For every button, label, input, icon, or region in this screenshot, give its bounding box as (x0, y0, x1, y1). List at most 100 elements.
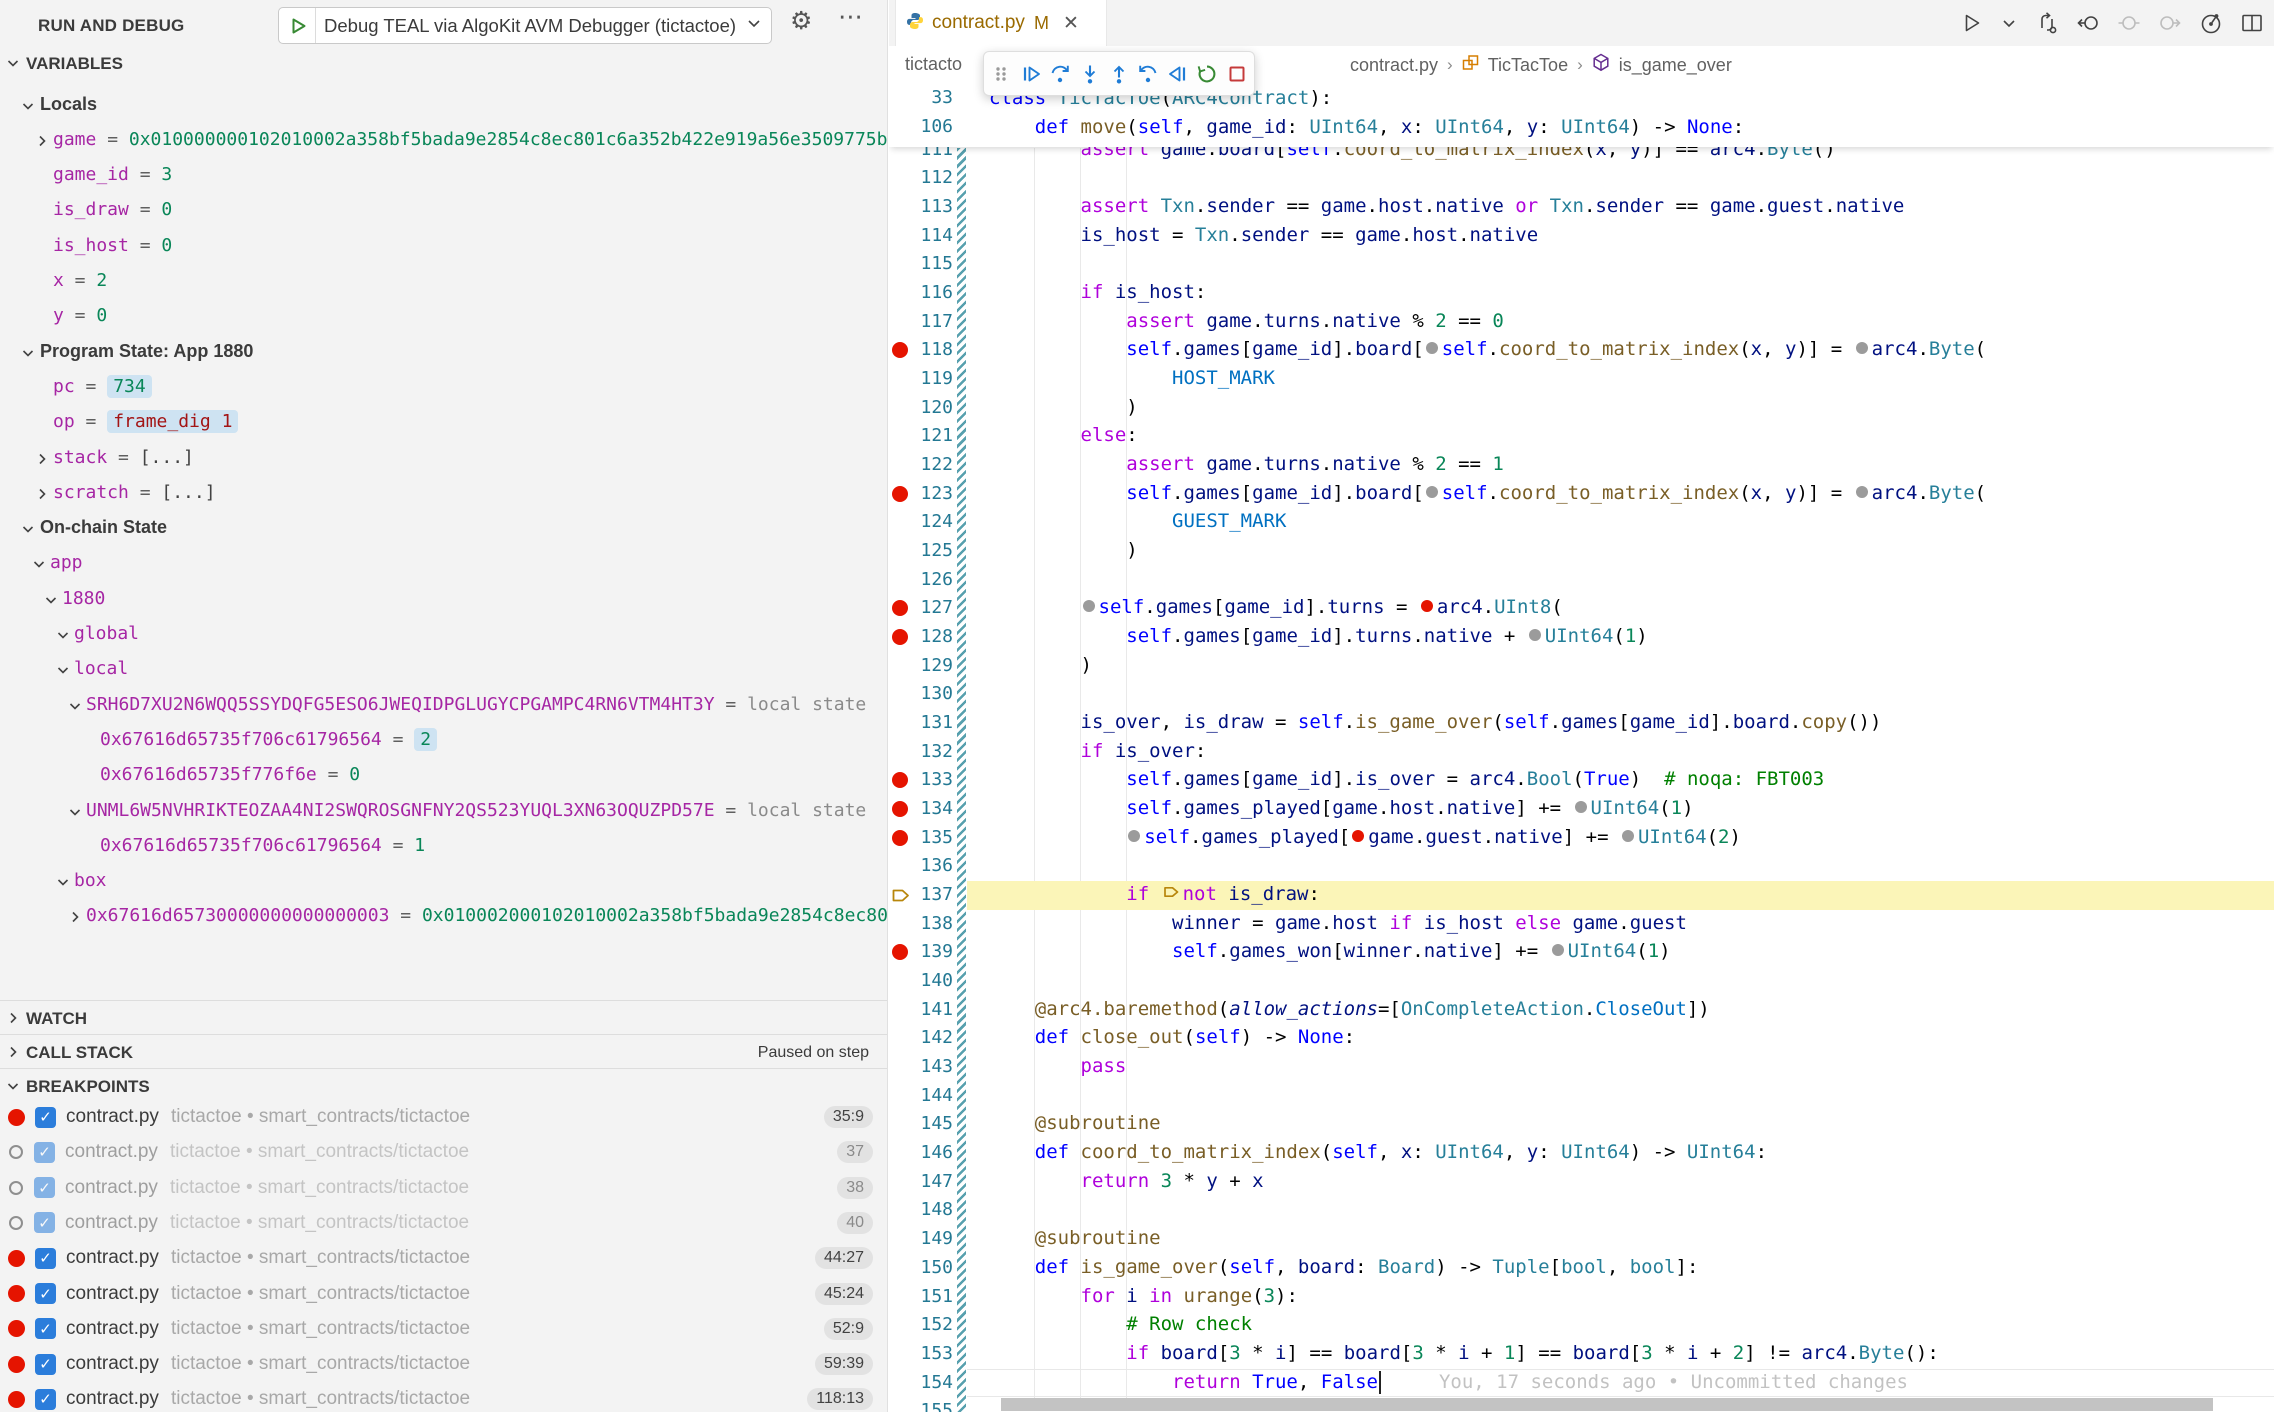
line-number[interactable]: 146 (903, 1142, 953, 1163)
inline-breakpoint-dot[interactable] (1856, 486, 1868, 498)
tree-row-0x67616d65735f706c617965[interactable]: 0x67616d65735f706c61796564 = 1 (0, 830, 887, 866)
chevron-right-icon[interactable] (5, 1044, 21, 1065)
line-number[interactable]: 153 (903, 1343, 953, 1364)
code-line-142[interactable]: 142 def close_out(self) -> None: (889, 1024, 2274, 1053)
code-line-122[interactable]: 122 assert game.turns.native % 2 == 1 (889, 451, 2274, 480)
code-line-141[interactable]: 141 @arc4.baremethod(allow_actions=[OnCo… (889, 996, 2274, 1025)
code-text[interactable]: else: (989, 424, 1138, 446)
line-number[interactable]: 154 (903, 1372, 953, 1393)
line-number[interactable]: 138 (903, 913, 953, 934)
code-text[interactable]: winner = game.host if is_host else game.… (989, 912, 1687, 934)
chevron-right-icon[interactable] (34, 486, 50, 502)
breakpoint-checkbox[interactable]: ✓ (35, 1318, 56, 1339)
code-text[interactable]: return True, FalseYou, 17 seconds ago • … (989, 1371, 1908, 1394)
watch-section-header[interactable]: WATCH (0, 1000, 887, 1034)
code-text[interactable]: def is_game_over(self, board: Board) -> … (989, 1256, 1698, 1278)
line-number[interactable]: 122 (903, 454, 953, 475)
code-text[interactable]: self.games_played[game.host.native] += U… (989, 797, 1694, 819)
code-line-118[interactable]: 118 self.games[game_id].board[self.coord… (889, 336, 2274, 365)
code-text[interactable]: self.games[game_id].board[self.coord_to_… (989, 338, 1986, 360)
code-line-149[interactable]: 149 @subroutine (889, 1225, 2274, 1254)
chevron-down-icon[interactable] (31, 556, 47, 572)
breakpoint-checkbox[interactable]: ✓ (35, 1354, 56, 1375)
inline-breakpoint-dot[interactable] (1421, 600, 1433, 612)
breakpoint-row[interactable]: ✓contract.pytictactoe • smart_contracts/… (0, 1099, 887, 1135)
line-number[interactable]: 121 (903, 425, 953, 446)
code-text[interactable]: self.games[game_id].board[self.coord_to_… (989, 482, 1986, 504)
code-text[interactable]: self.games_played[game.guest.native] += … (989, 826, 1741, 848)
tree-row-On-chain State[interactable]: On-chain State (0, 512, 887, 548)
inline-breakpoint-dot[interactable] (1622, 830, 1634, 842)
code-line-155[interactable]: 155 (889, 1397, 2274, 1412)
reverse-continue-icon[interactable] (1167, 62, 1189, 86)
code-line-151[interactable]: 151 for i in urange(3): (889, 1283, 2274, 1312)
sticky-line-106[interactable]: 106 def move(self, game_id: UInt64, x: U… (889, 116, 2274, 145)
code-line-146[interactable]: 146 def coord_to_matrix_index(self, x: U… (889, 1139, 2274, 1168)
line-number[interactable]: 126 (903, 569, 953, 590)
breakpoint-row[interactable]: ✓contract.pytictactoe • smart_contracts/… (0, 1134, 887, 1170)
tree-row-0x67616d65735f776f6e[interactable]: 0x67616d65735f776f6e = 0 (0, 759, 887, 795)
step-over-icon[interactable] (1049, 62, 1071, 86)
code-line-136[interactable]: 136 (889, 852, 2274, 881)
inline-breakpoint-dot[interactable] (1083, 600, 1095, 612)
code-line-133[interactable]: 133 self.games[game_id].is_over = arc4.B… (889, 766, 2274, 795)
code-text[interactable]: def coord_to_matrix_index(self, x: UInt6… (989, 1141, 1767, 1163)
tree-row-x[interactable]: x = 2 (0, 265, 887, 301)
line-number[interactable]: 152 (903, 1314, 953, 1335)
chevron-right-icon[interactable] (67, 909, 83, 925)
inline-breakpoint-dot[interactable] (1426, 342, 1438, 354)
code-line-135[interactable]: 135 self.games_played[game.guest.native]… (889, 824, 2274, 853)
line-number[interactable]: 144 (903, 1085, 953, 1106)
tree-row-UNML6W5NVHRIKTEOZAA4NI2S[interactable]: UNML6W5NVHRIKTEOZAA4NI2SWQROSGNFNY2QS523… (0, 795, 887, 831)
line-number[interactable]: 115 (903, 253, 953, 274)
code-line-119[interactable]: 119 HOST_MARK (889, 365, 2274, 394)
call-stack-section-header[interactable]: CALL STACK Paused on step (0, 1034, 887, 1068)
code-line-127[interactable]: 127 self.games[game_id].turns = arc4.UIn… (889, 594, 2274, 623)
code-line-117[interactable]: 117 assert game.turns.native % 2 == 0 (889, 308, 2274, 337)
line-number[interactable]: 150 (903, 1257, 953, 1278)
chevron-down-icon[interactable] (20, 98, 36, 114)
code-line-154[interactable]: 154 return True, FalseYou, 17 seconds ag… (889, 1369, 2274, 1398)
code-line-147[interactable]: 147 return 3 * y + x (889, 1168, 2274, 1197)
continue-icon[interactable] (1019, 62, 1041, 86)
code-line-126[interactable]: 126 (889, 566, 2274, 595)
chevron-down-icon[interactable] (5, 55, 21, 76)
tree-row-local[interactable]: local (0, 653, 887, 689)
code-text[interactable]: self.games_won[winner.native] += UInt64(… (989, 940, 1671, 962)
code-line-121[interactable]: 121 else: (889, 422, 2274, 451)
stop-icon[interactable] (1226, 62, 1248, 86)
chevron-down-icon[interactable] (20, 345, 36, 361)
line-number[interactable]: 131 (903, 712, 953, 733)
tree-row-app[interactable]: app (0, 547, 887, 583)
tree-row-is_host[interactable]: is_host = 0 (0, 230, 887, 266)
code-line-115[interactable]: 115 (889, 250, 2274, 279)
line-number[interactable]: 118 (903, 339, 953, 360)
variables-section-header[interactable]: VARIABLES (0, 46, 887, 80)
inline-breakpoint-dot[interactable] (1128, 830, 1140, 842)
chevron-down-icon[interactable] (745, 14, 763, 37)
line-number[interactable]: 127 (903, 597, 953, 618)
chevron-down-icon[interactable] (55, 662, 71, 678)
code-text[interactable]: return 3 * y + x (989, 1170, 1264, 1192)
line-number[interactable]: 136 (903, 855, 953, 876)
tree-row-pc[interactable]: pc = 734 (0, 371, 887, 407)
line-number[interactable]: 137 (903, 884, 953, 905)
code-text[interactable]: if is_over: (989, 740, 1206, 762)
breakpoint-row[interactable]: ✓contract.pytictactoe • smart_contracts/… (0, 1170, 887, 1206)
code-text[interactable]: self.games[game_id].is_over = arc4.Bool(… (989, 768, 1824, 790)
code-text[interactable]: ) (989, 396, 1138, 418)
line-number[interactable]: 141 (903, 999, 953, 1020)
code-text[interactable]: assert Txn.sender == game.host.native or… (989, 195, 1904, 217)
breakpoint-row[interactable]: ✓contract.pytictactoe • smart_contracts/… (0, 1276, 887, 1312)
line-number[interactable]: 135 (903, 827, 953, 848)
tree-row-0x67616d65735f706c617965[interactable]: 0x67616d65735f706c61796564 = 2 (0, 724, 887, 760)
inline-breakpoint-dot[interactable] (1856, 342, 1868, 354)
line-number[interactable]: 134 (903, 798, 953, 819)
code-text[interactable]: assert game.turns.native % 2 == 0 (989, 310, 1504, 332)
line-number[interactable]: 151 (903, 1286, 953, 1307)
code-line-134[interactable]: 134 self.games_played[game.host.native] … (889, 795, 2274, 824)
line-number[interactable]: 139 (903, 941, 953, 962)
chevron-down-icon[interactable] (55, 627, 71, 643)
code-text[interactable]: HOST_MARK (989, 367, 1275, 389)
line-number[interactable]: 117 (903, 311, 953, 332)
